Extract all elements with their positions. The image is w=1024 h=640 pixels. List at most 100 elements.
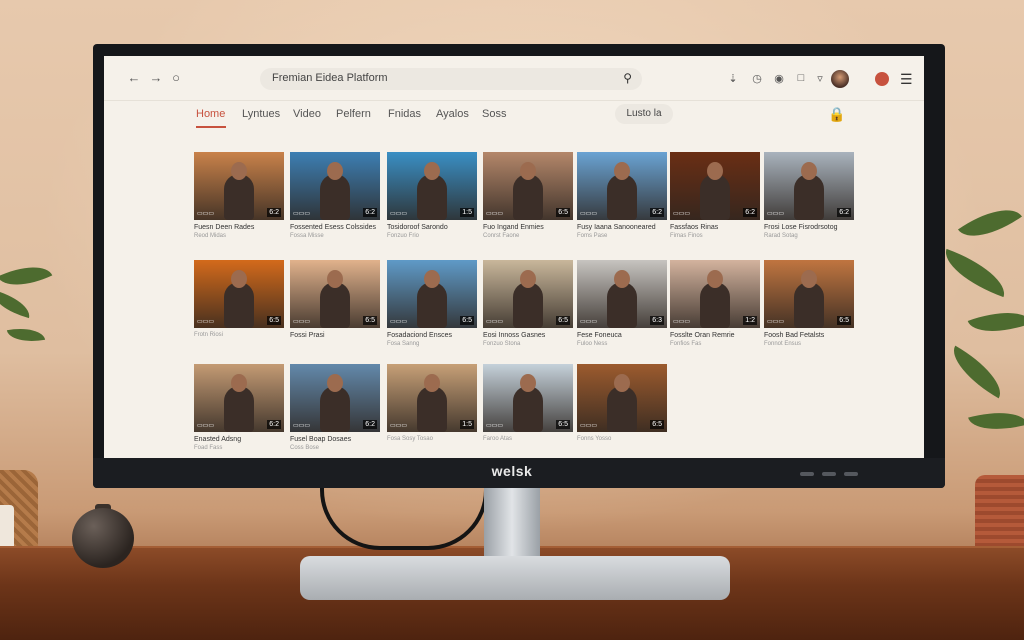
video-card[interactable]: ▭▭▭ 6:5 Fosadaciond Ensces Fosa Sanng	[387, 260, 477, 347]
video-card[interactable]: ▭▭▭ 6:2 Fusel Boap Dosaes Coss Bose	[290, 364, 380, 451]
thumbnail-figure	[224, 386, 254, 432]
video-meta: Reod Midas	[194, 233, 227, 239]
video-title[interactable]: Frosi Lose Fisrodrsotog	[764, 224, 854, 231]
menu-icon[interactable]: ☰	[900, 71, 913, 88]
duration-badge: 6:5	[460, 316, 474, 325]
video-card[interactable]: ▭▭▭ 1:5 Fosa Sosy Tosao	[387, 364, 477, 442]
thumbnail-figure	[794, 282, 824, 328]
video-card[interactable]: ▭▭▭ 6:3 Fese Foneuca Fuloo Ness	[577, 260, 667, 347]
video-thumbnail[interactable]: ▭▭▭ 6:5	[764, 260, 854, 328]
video-card[interactable]: ▭▭▭ 6:5 Fonns Yosso	[577, 364, 667, 442]
notification-icon[interactable]	[875, 72, 889, 86]
category-tabs: Home Lyntues Video Pelfern Fnidas Ayalos…	[104, 100, 924, 132]
tab-video[interactable]: Video	[293, 108, 321, 120]
thumbnail-figure-head	[801, 162, 817, 180]
video-thumbnail[interactable]: ▭▭▭ 1:5	[387, 152, 477, 220]
forward-icon[interactable]: →	[148, 70, 164, 85]
video-meta: Fonzuo Stona	[483, 341, 521, 347]
video-title[interactable]: Fusel Boap Dosaes	[290, 436, 380, 443]
video-thumbnail[interactable]: ▭▭▭ 6:2	[194, 152, 284, 220]
video-thumbnail[interactable]: ▭▭▭ 6:2	[290, 364, 380, 432]
channel-tag: ▭▭▭	[486, 319, 504, 325]
video-title[interactable]: Tosidoroof Sarondo	[387, 224, 477, 231]
video-title[interactable]: Fese Foneuca	[577, 332, 667, 339]
video-card[interactable]: ▭▭▭ 6:5 Faroo Atas	[483, 364, 573, 442]
video-card[interactable]: ▭▭▭ 1:5 Tosidoroof Sarondo Fonzuo Frio	[387, 152, 477, 239]
channel-tag: ▭▭▭	[197, 211, 215, 217]
tab-ayalos[interactable]: Ayalos	[436, 108, 469, 120]
video-thumbnail[interactable]: ▭▭▭ 1:2	[670, 260, 760, 328]
video-meta: Foad Fass	[194, 445, 223, 451]
video-thumbnail[interactable]: ▭▭▭ 6:2	[290, 152, 380, 220]
bookmark-icon[interactable]: □	[794, 72, 808, 84]
duration-badge: 6:2	[267, 420, 281, 429]
channel-tag: ▭▭▭	[673, 211, 691, 217]
video-title[interactable]: Fossi Prasi	[290, 332, 380, 339]
reload-icon[interactable]: ○	[168, 70, 184, 85]
video-thumbnail[interactable]: ▭▭▭ 6:5	[483, 364, 573, 432]
video-title[interactable]: Fuesn Deen Rades	[194, 224, 284, 231]
extensions-icon[interactable]: ◉	[772, 72, 786, 85]
video-title[interactable]: Eosi Innoss Gasnes	[483, 332, 573, 339]
duration-badge: 6:3	[650, 316, 664, 325]
thumbnail-figure	[320, 282, 350, 328]
video-thumbnail[interactable]: ▭▭▭ 6:2	[577, 152, 667, 220]
video-title[interactable]: Fossented Esess Colssides	[290, 224, 380, 231]
lock-icon[interactable]: 🔒	[828, 106, 845, 123]
video-thumbnail[interactable]: ▭▭▭ 6:2	[764, 152, 854, 220]
video-card[interactable]: ▭▭▭ 6:2 Fossented Esess Colssides Fossa Mis…	[290, 152, 380, 239]
video-card[interactable]: ▭▭▭ 6:5 Foosh Bad Fetalsts Fonnot Ensus	[764, 260, 854, 347]
sort-dropdown[interactable]: Lusto la	[615, 104, 673, 124]
video-title[interactable]: Fosadaciond Ensces	[387, 332, 477, 339]
video-thumbnail[interactable]: ▭▭▭ 6:3	[577, 260, 667, 328]
tab-fnidas[interactable]: Fnidas	[388, 108, 421, 120]
video-meta: Fuloo Ness	[577, 341, 608, 347]
monitor-button[interactable]	[800, 472, 814, 476]
video-card[interactable]: ▭▭▭ 1:2 Fosslte Oran Remrie Fonfios Fas	[670, 260, 760, 347]
tab-lyntues[interactable]: Lyntues	[242, 108, 280, 120]
back-icon[interactable]: ←	[126, 70, 142, 85]
video-title[interactable]: Enasted Adsng	[194, 436, 284, 443]
video-card[interactable]: ▭▭▭ 6:5 Frotn Riosi	[194, 260, 284, 338]
thumbnail-figure	[417, 282, 447, 328]
video-thumbnail[interactable]: ▭▭▭ 6:5	[387, 260, 477, 328]
video-thumbnail[interactable]: ▭▭▭ 6:5	[194, 260, 284, 328]
video-card[interactable]: ▭▭▭ 6:2 Fassfaos Rinas Fimas Finos	[670, 152, 760, 239]
tab-home[interactable]: Home	[196, 108, 225, 120]
search-input[interactable]: Fremian Eidea Platform	[272, 72, 388, 84]
video-card[interactable]: ▭▭▭ 6:5 Fuo Ingand Enmies Conrst Faone	[483, 152, 573, 239]
tab-pelfern[interactable]: Pelfern	[336, 108, 371, 120]
video-card[interactable]: ▭▭▭ 6:2 Frosi Lose Fisrodrsotog Rarad Sotag	[764, 152, 854, 239]
search-bar[interactable]: Fremian Eidea Platform ⚲	[260, 68, 642, 90]
video-thumbnail[interactable]: ▭▭▭ 6:5	[483, 260, 573, 328]
tab-soss[interactable]: Soss	[482, 108, 506, 120]
video-thumbnail[interactable]: ▭▭▭ 1:5	[387, 364, 477, 432]
video-card[interactable]: ▭▭▭ 6:5 Eosi Innoss Gasnes Fonzuo Stona	[483, 260, 573, 347]
video-title[interactable]: Fusy Iaana Sanooneared	[577, 224, 667, 231]
download-icon[interactable]: ⇣	[726, 72, 740, 85]
video-title[interactable]: Foosh Bad Fetalsts	[764, 332, 854, 339]
video-thumbnail[interactable]: ▭▭▭ 6:5	[290, 260, 380, 328]
video-title[interactable]: Fosslte Oran Remrie	[670, 332, 760, 339]
video-card[interactable]: ▭▭▭ 6:5 Fossi Prasi	[290, 260, 380, 341]
avatar[interactable]	[831, 70, 849, 88]
share-icon[interactable]: ▿	[813, 72, 827, 85]
monitor-button[interactable]	[822, 472, 836, 476]
history-icon[interactable]: ◷	[750, 72, 764, 85]
video-thumbnail[interactable]: ▭▭▭ 6:5	[577, 364, 667, 432]
video-card[interactable]: ▭▭▭ 6:2 Enasted Adsng Foad Fass	[194, 364, 284, 451]
video-thumbnail[interactable]: ▭▭▭ 6:2	[194, 364, 284, 432]
video-title[interactable]: Fassfaos Rinas	[670, 224, 760, 231]
video-card[interactable]: ▭▭▭ 6:2 Fusy Iaana Sanooneared Foms Pase	[577, 152, 667, 239]
video-thumbnail[interactable]: ▭▭▭ 6:2	[670, 152, 760, 220]
channel-tag: ▭▭▭	[293, 423, 311, 429]
thumbnail-figure	[607, 386, 637, 432]
thumbnail-figure-head	[424, 374, 440, 392]
video-grid: ▭▭▭ 6:2 Fuesn Deen Rades Reod Midas ▭▭▭ 6:2 Fo…	[104, 152, 924, 452]
video-card[interactable]: ▭▭▭ 6:2 Fuesn Deen Rades Reod Midas	[194, 152, 284, 239]
search-icon[interactable]: ⚲	[623, 71, 632, 85]
monitor-button[interactable]	[844, 472, 858, 476]
video-title[interactable]: Fuo Ingand Enmies	[483, 224, 573, 231]
thumbnail-figure-head	[614, 374, 630, 392]
video-thumbnail[interactable]: ▭▭▭ 6:5	[483, 152, 573, 220]
